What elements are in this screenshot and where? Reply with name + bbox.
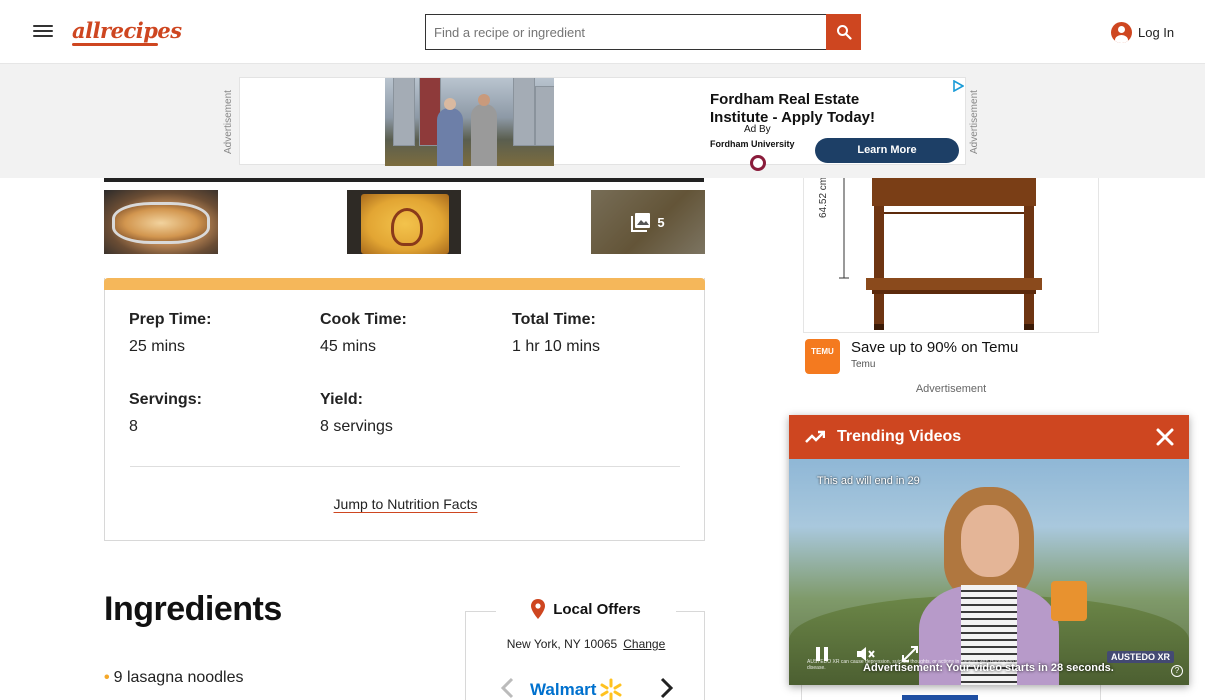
walmart-logo[interactable]: Walmart bbox=[530, 678, 623, 700]
ingredient-text: 9 lasagna noodles bbox=[113, 669, 244, 686]
local-offers-title: Local Offers bbox=[553, 600, 641, 618]
yield-label: Yield: bbox=[320, 391, 363, 408]
trending-videos-header: Trending Videos bbox=[789, 415, 1189, 459]
ad-choices-icon[interactable] bbox=[952, 80, 964, 92]
local-offers: Local Offers New York, NY 10065 Change Wa… bbox=[465, 594, 706, 700]
prep-time-label: Prep Time: bbox=[129, 311, 212, 328]
fordham-ad[interactable]: Fordham Real Estate Institute - Apply To… bbox=[239, 77, 966, 171]
ad-photo bbox=[385, 78, 554, 166]
temu-logo: TEMU bbox=[805, 339, 840, 374]
ad-by-label: Ad By bbox=[744, 124, 771, 135]
prep-time-value: 25 mins bbox=[129, 338, 186, 355]
site-header: allrecipes Log In bbox=[0, 0, 1205, 64]
temu-headline: Save up to 90% on Temu bbox=[851, 339, 1019, 356]
chevron-left-icon[interactable] bbox=[498, 676, 518, 700]
ad-countdown: This ad will end in 29 bbox=[817, 475, 920, 487]
allrecipes-logo[interactable]: allrecipes bbox=[72, 18, 182, 46]
retailer-name: Walmart bbox=[530, 680, 597, 699]
trending-videos-title: Trending Videos bbox=[837, 428, 962, 445]
ad-sponsor: Fordham University bbox=[710, 139, 795, 149]
logo-text: allrecipes bbox=[72, 18, 182, 43]
recipe-details-card: Prep Time: 25 mins Cook Time: 45 mins To… bbox=[104, 278, 705, 541]
change-location-link[interactable]: Change bbox=[623, 637, 665, 651]
search-input[interactable] bbox=[425, 14, 827, 50]
temu-ad[interactable]: TEMU Save up to 90% on Temu Temu bbox=[803, 337, 1099, 377]
total-time: Total Time: 1 hr 10 mins bbox=[512, 311, 600, 356]
photo-count: 5 bbox=[657, 214, 665, 230]
ad-side-label-right: Advertisement bbox=[969, 90, 980, 154]
walmart-spark-icon bbox=[600, 678, 622, 700]
jump-to-nutrition-link[interactable]: Jump to Nutrition Facts bbox=[105, 496, 706, 512]
servings: Servings: 8 bbox=[129, 391, 202, 436]
bullet-icon: • bbox=[104, 669, 110, 686]
fordham-seal-icon bbox=[750, 155, 766, 171]
menu-icon[interactable] bbox=[31, 22, 55, 42]
help-icon[interactable]: ? bbox=[1171, 665, 1183, 677]
prep-time: Prep Time: 25 mins bbox=[129, 311, 211, 356]
card-accent-bar bbox=[104, 278, 705, 290]
close-icon[interactable] bbox=[1155, 427, 1175, 447]
user-icon bbox=[1111, 21, 1132, 43]
advertisement-label: Advertisement bbox=[915, 383, 987, 395]
trending-videos-player: Trending Videos This ad will end in 29 A… bbox=[789, 415, 1189, 685]
search-button[interactable] bbox=[826, 14, 861, 50]
ad-headline: Fordham Real Estate Institute - Apply To… bbox=[710, 91, 875, 126]
gallery-thumb[interactable] bbox=[347, 190, 461, 254]
bottom-ad[interactable] bbox=[801, 684, 1101, 700]
photo-gallery-icon bbox=[631, 213, 651, 232]
ingredient-item: • 9 lasagna noodles bbox=[104, 669, 244, 687]
cook-time-label: Cook Time: bbox=[320, 311, 407, 328]
ad-side-label-left: Advertisement bbox=[223, 90, 234, 154]
search-icon bbox=[836, 25, 852, 40]
ad-notice: Advertisement: Your video starts in 28 s… bbox=[863, 662, 1114, 674]
top-ad-band: Advertisement Advertisement Fordham Real… bbox=[0, 64, 1205, 178]
total-time-label: Total Time: bbox=[512, 311, 596, 328]
location-pin-icon bbox=[531, 599, 546, 619]
divider bbox=[130, 466, 680, 467]
offers-location: New York, NY 10065 Change bbox=[466, 637, 706, 651]
temu-brand: Temu bbox=[851, 359, 876, 370]
servings-label: Servings: bbox=[129, 391, 202, 408]
servings-value: 8 bbox=[129, 418, 138, 435]
dimension-label: 64.52 cm bbox=[818, 178, 829, 218]
page: allrecipes Log In Advertisement Advertis… bbox=[0, 0, 1205, 700]
ingredients-heading: Ingredients bbox=[104, 590, 282, 628]
pause-icon[interactable] bbox=[811, 643, 833, 665]
furniture-image bbox=[839, 178, 1042, 330]
yield-value: 8 servings bbox=[320, 418, 393, 435]
yield: Yield: 8 servings bbox=[320, 391, 393, 436]
video-frame[interactable]: This ad will end in 29 AUSTEDO XR can ca… bbox=[789, 459, 1189, 685]
furniture-ad[interactable]: 64.52 cm bbox=[803, 178, 1099, 333]
login-button[interactable]: Log In bbox=[1111, 21, 1174, 43]
trending-icon bbox=[805, 430, 825, 443]
gallery-thumb[interactable] bbox=[104, 190, 218, 254]
chevron-right-icon[interactable] bbox=[656, 676, 676, 700]
total-time-value: 1 hr 10 mins bbox=[512, 338, 601, 355]
cook-time-value: 45 mins bbox=[320, 338, 377, 355]
login-label: Log In bbox=[1138, 24, 1175, 40]
location-text: New York, NY 10065 bbox=[506, 637, 618, 651]
gallery-more-thumb[interactable]: 5 bbox=[591, 190, 705, 254]
cook-time: Cook Time: 45 mins bbox=[320, 311, 407, 356]
ad-learn-more-button[interactable]: Learn More bbox=[815, 138, 959, 163]
local-offers-header: Local Offers bbox=[496, 594, 676, 624]
search-bar bbox=[425, 14, 861, 50]
